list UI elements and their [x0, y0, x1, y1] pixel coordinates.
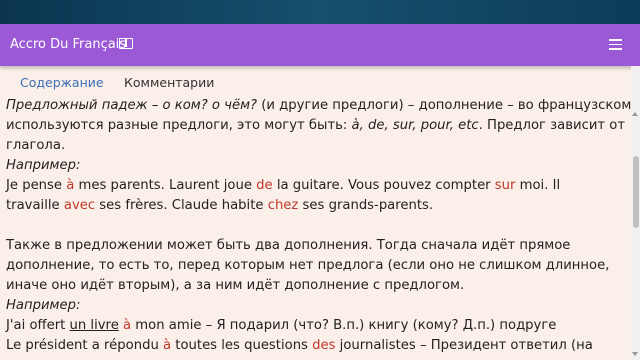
highlight-word: des [312, 338, 336, 353]
text: la guitare. Vous pouvez compter [272, 178, 495, 193]
text: . Предлог зависит от [478, 118, 626, 133]
text: Je pense [6, 178, 67, 193]
text: moi. Il [515, 178, 561, 193]
app-title: Accro Du Français [10, 37, 127, 52]
text: journalistes – Президент ответил (на [335, 338, 593, 353]
tab-comments[interactable]: Комментарии [124, 75, 214, 90]
example-line: J'ai offert un livre à mon amie – Я пода… [6, 316, 632, 336]
tab-content[interactable]: Содержание [20, 75, 104, 90]
scrollbar[interactable] [631, 66, 640, 360]
tab-bar: Содержание Комментарии [0, 66, 640, 94]
text: используются разные предлоги, это могут … [6, 118, 352, 133]
paragraph-line: глагола. [6, 138, 66, 153]
scroll-up-icon[interactable] [632, 112, 638, 116]
text: Le président a répondu [6, 338, 164, 353]
app-window: Accro Du Français Содержание Комментарии… [0, 24, 640, 360]
highlight-word: chez [267, 198, 299, 213]
text: mes parents. Laurent joue [74, 178, 257, 193]
example-heading: Например: [6, 298, 81, 313]
underlined-word: un livre [69, 318, 119, 333]
text: (и другие предлоги) – дополнение – во фр… [257, 98, 632, 113]
highlight-word: avec [63, 198, 96, 213]
italic-text: Предложный падеж – о ком? о чём? [6, 98, 258, 113]
app-bar: Accro Du Français [0, 24, 640, 66]
highlight-word: à [123, 318, 132, 333]
highlight-word: à [163, 338, 172, 353]
example-heading: Например: [6, 158, 81, 173]
scrollbar-thumb[interactable] [633, 156, 639, 228]
example-line: travaille avec ses frères. Claude habite… [6, 196, 632, 216]
example-line: Le président a répondu à toutes les ques… [6, 336, 632, 356]
text: toutes les questions [171, 338, 313, 353]
paragraph-line: Также в предложении может быть два допол… [6, 238, 571, 253]
paragraph-line: иначе оно идёт вторым), а за ним идёт до… [6, 278, 465, 293]
text: ses grands-parents. [298, 198, 434, 213]
paragraph-line: Предложный падеж – о ком? о чём? (и друг… [6, 96, 632, 116]
paragraph-line: используются разные предлоги, это могут … [6, 116, 632, 136]
desktop-background [0, 0, 640, 24]
text: mon amie – Я подарил (что? В.п.) книгу (… [131, 318, 557, 333]
scroll-down-icon[interactable] [632, 352, 638, 356]
text: travaille [6, 198, 64, 213]
hamburger-menu-icon[interactable] [609, 39, 622, 50]
book-icon [119, 38, 133, 49]
article-content: Предложный падеж – о ком? о чём? (и друг… [6, 96, 632, 356]
text: J'ai offert [6, 318, 70, 333]
example-line: Je pense à mes parents. Laurent joue de … [6, 176, 632, 196]
paragraph-line: дополнение, то есть то, перед которым не… [6, 258, 610, 273]
highlight-word: de [256, 178, 273, 193]
highlight-word: sur [494, 178, 516, 193]
text: ses frères. Claude habite [95, 198, 268, 213]
italic-prepositions: à, de, sur, pour, etc [351, 118, 479, 133]
